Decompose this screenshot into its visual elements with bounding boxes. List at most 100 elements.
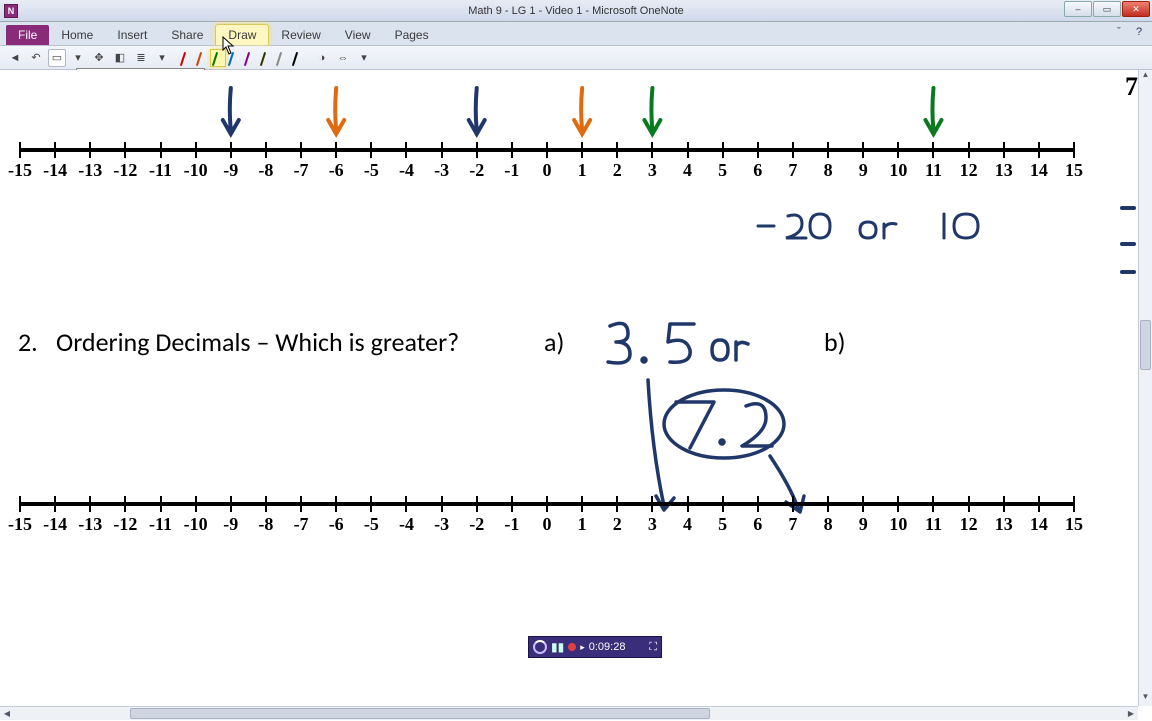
help-icon[interactable]: ? bbox=[1132, 26, 1146, 40]
offscreen-label: 7 bbox=[1125, 72, 1138, 102]
black-pen[interactable] bbox=[290, 49, 306, 67]
tick-label: -7 bbox=[294, 514, 309, 535]
tick-label: 9 bbox=[859, 514, 868, 535]
tick-label: -3 bbox=[434, 160, 449, 181]
tick-label: -6 bbox=[329, 160, 344, 181]
file-tab[interactable]: File bbox=[6, 25, 49, 45]
question-part-b: b) bbox=[824, 326, 846, 358]
app-icon: N bbox=[4, 4, 18, 18]
dark-green-pen[interactable] bbox=[210, 49, 226, 67]
tab-review[interactable]: Review bbox=[269, 25, 332, 45]
horizontal-scroll-thumb[interactable] bbox=[130, 708, 710, 719]
tick-label: 1 bbox=[578, 514, 587, 535]
tick-label: -11 bbox=[149, 514, 172, 535]
note-canvas[interactable]: 7 -15-14-13-12-11-10-9-8-7-6-5-4-3-2-101… bbox=[0, 70, 1138, 706]
pan-tool[interactable]: ✥ bbox=[90, 49, 108, 67]
tick-label: 13 bbox=[995, 514, 1013, 535]
vertical-scrollbar[interactable]: ▲ ▼ bbox=[1138, 70, 1152, 706]
tab-draw[interactable]: Draw bbox=[215, 24, 269, 45]
pause-icon[interactable]: ▮▮ bbox=[551, 640, 564, 654]
dropdown-1[interactable]: ▾ bbox=[153, 49, 171, 67]
scroll-left-icon[interactable]: ◀ bbox=[0, 707, 14, 720]
tick-label: 4 bbox=[683, 514, 692, 535]
window-title: Math 9 - LG 1 - Video 1 - Microsoft OneN… bbox=[468, 5, 684, 17]
tick-label: -4 bbox=[399, 160, 414, 181]
ribbon-collapse-icon[interactable]: ˇ bbox=[1112, 26, 1126, 40]
question-part-a: a) bbox=[544, 326, 564, 358]
question-text: Ordering Decimals – Which is greater? bbox=[56, 326, 459, 358]
handwriting-note bbox=[750, 204, 1010, 254]
record-icon[interactable] bbox=[568, 643, 576, 651]
horizontal-scrollbar[interactable]: ◀ ▶ bbox=[0, 706, 1138, 720]
tick-label: -3 bbox=[434, 514, 449, 535]
color-picker[interactable]: ◑ bbox=[313, 49, 331, 67]
tick-label: 0 bbox=[543, 514, 552, 535]
tick-label: 5 bbox=[718, 514, 727, 535]
lasso-tool[interactable]: ▾ bbox=[69, 49, 87, 67]
tick-label: 12 bbox=[960, 160, 978, 181]
tick-label: 12 bbox=[960, 514, 978, 535]
tick-label: 3 bbox=[648, 160, 657, 181]
tick-label: 3 bbox=[648, 514, 657, 535]
tick-label: -12 bbox=[113, 514, 137, 535]
tick-label: 13 bbox=[995, 160, 1013, 181]
tick-label: -6 bbox=[329, 514, 344, 535]
eraser-tool[interactable]: ◧ bbox=[111, 49, 129, 67]
tick-label: -7 bbox=[294, 160, 309, 181]
tab-home[interactable]: Home bbox=[49, 25, 105, 45]
tick-label: 9 bbox=[859, 160, 868, 181]
tick-label: -2 bbox=[469, 514, 484, 535]
close-button[interactable]: ✕ bbox=[1122, 1, 1150, 17]
tick-label: -10 bbox=[184, 160, 208, 181]
pen-gallery bbox=[178, 49, 306, 67]
blue-pen[interactable] bbox=[226, 49, 242, 67]
play-icon[interactable]: ▸ bbox=[580, 642, 585, 653]
tab-pages[interactable]: Pages bbox=[383, 25, 441, 45]
scroll-down-icon[interactable]: ▼ bbox=[1139, 692, 1152, 706]
scroll-right-icon[interactable]: ▶ bbox=[1124, 707, 1138, 720]
tick-label: -8 bbox=[258, 160, 273, 181]
grey-pen[interactable] bbox=[274, 49, 290, 67]
tick-label: -12 bbox=[113, 160, 137, 181]
tick-label: 6 bbox=[753, 160, 762, 181]
orange-pen[interactable] bbox=[194, 49, 210, 67]
tick-label: 10 bbox=[889, 160, 907, 181]
undo-button[interactable]: ↶ bbox=[27, 49, 45, 67]
tick-label: -1 bbox=[504, 514, 519, 535]
draw-toolbar: ◄ ↶ ▭ ▾ ✥ ◧ ≣ ▾ ◑ ⇔ ▾ bbox=[0, 46, 1152, 70]
tick-label: 8 bbox=[824, 514, 833, 535]
tick-label: -9 bbox=[223, 160, 238, 181]
back-button[interactable]: ◄ bbox=[6, 49, 24, 67]
tick-label: -13 bbox=[78, 514, 102, 535]
tick-label: -15 bbox=[8, 514, 32, 535]
tick-label: 2 bbox=[613, 514, 622, 535]
vertical-scroll-thumb[interactable] bbox=[1140, 320, 1151, 370]
tick-label: 2 bbox=[613, 160, 622, 181]
recording-widget[interactable]: ▮▮ ▸ 0:09:28 ⛶ bbox=[528, 636, 662, 658]
red-pen[interactable] bbox=[178, 49, 194, 67]
tick-label: -8 bbox=[258, 514, 273, 535]
tab-share[interactable]: Share bbox=[159, 25, 215, 45]
insert-space[interactable]: ⇔ bbox=[334, 49, 352, 67]
tick-label: 10 bbox=[889, 514, 907, 535]
tab-view[interactable]: View bbox=[333, 25, 383, 45]
maximize-button[interactable]: ▭ bbox=[1093, 1, 1121, 17]
tick-label: -5 bbox=[364, 160, 379, 181]
more-tools[interactable]: ▾ bbox=[355, 49, 373, 67]
tick-label: -1 bbox=[504, 160, 519, 181]
tab-insert[interactable]: Insert bbox=[105, 25, 159, 45]
minimize-button[interactable]: – bbox=[1064, 1, 1092, 17]
scroll-up-icon[interactable]: ▲ bbox=[1139, 70, 1152, 84]
stray-mark bbox=[1120, 206, 1136, 210]
select-tool[interactable]: ▭ bbox=[48, 49, 66, 67]
olive-pen[interactable] bbox=[258, 49, 274, 67]
fullscreen-icon[interactable]: ⛶ bbox=[649, 641, 657, 654]
purple-pen[interactable] bbox=[242, 49, 258, 67]
tick-label: 15 bbox=[1065, 160, 1083, 181]
tick-label: 15 bbox=[1065, 514, 1083, 535]
ruled-lines[interactable]: ≣ bbox=[132, 49, 150, 67]
tick-label: 14 bbox=[1030, 514, 1048, 535]
tick-label: -5 bbox=[364, 514, 379, 535]
tick-label: -14 bbox=[43, 160, 67, 181]
stray-mark bbox=[1120, 270, 1136, 274]
